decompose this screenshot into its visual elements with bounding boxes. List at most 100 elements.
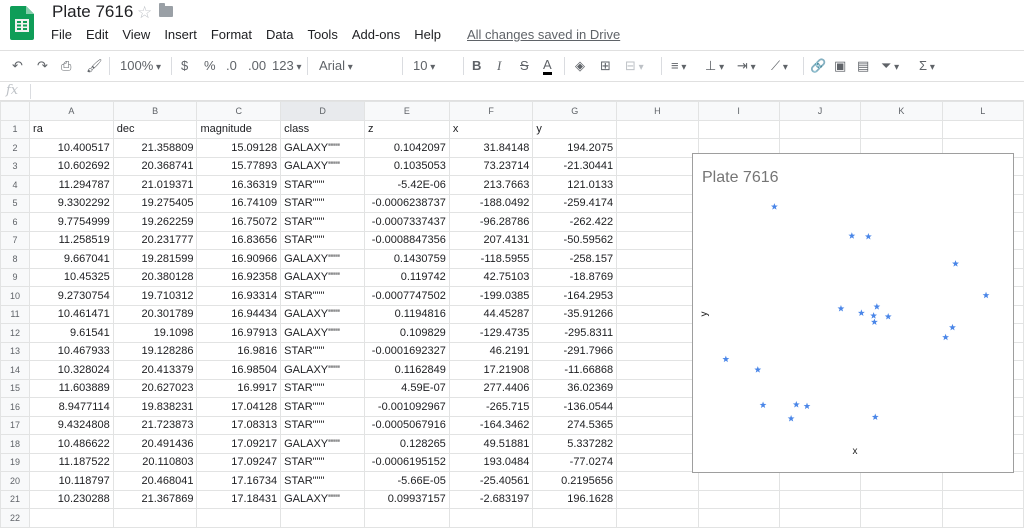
row-header[interactable]: 8 — [0, 249, 31, 269]
column-header-l[interactable]: L — [941, 101, 1024, 121]
cell[interactable]: -11.66868 — [532, 360, 618, 380]
column-header-b[interactable]: B — [112, 101, 198, 121]
cell[interactable]: -77.0274 — [532, 452, 618, 472]
cell[interactable]: GALAXY""" — [280, 489, 366, 509]
cell[interactable]: 15.77893 — [196, 156, 282, 176]
cell[interactable]: 42.75103 — [448, 267, 534, 287]
cell[interactable] — [697, 119, 780, 139]
cell[interactable]: 213.7663 — [448, 175, 534, 195]
cell[interactable]: GALAXY""" — [280, 304, 366, 324]
cell[interactable]: 10.467933 — [29, 341, 114, 361]
cell[interactable] — [29, 508, 114, 528]
cell[interactable]: 20.627023 — [112, 378, 198, 398]
cell[interactable]: 21.019371 — [112, 175, 198, 195]
data-point[interactable] — [871, 413, 879, 421]
cell[interactable]: -0.0001692327 — [364, 341, 450, 361]
cell[interactable] — [616, 267, 699, 287]
cell[interactable]: 20.380128 — [112, 267, 198, 287]
cell[interactable]: -259.4174 — [532, 193, 618, 213]
cell[interactable]: GALAXY""" — [280, 249, 366, 269]
cell[interactable] — [697, 489, 780, 509]
cell[interactable] — [616, 212, 699, 232]
cell[interactable] — [860, 119, 943, 139]
text-rotate-icon[interactable]: ⟋ — [771, 58, 788, 74]
cell[interactable]: 0.128265 — [364, 434, 450, 454]
cell[interactable]: 10.45325 — [29, 267, 114, 287]
cell[interactable] — [616, 286, 699, 306]
cell[interactable]: GALAXY""" — [280, 360, 366, 380]
cell[interactable]: 9.3302292 — [29, 193, 114, 213]
cell[interactable] — [616, 508, 699, 528]
data-point[interactable] — [787, 414, 795, 422]
data-point[interactable] — [982, 291, 990, 299]
cell[interactable] — [616, 304, 699, 324]
cell[interactable]: 16.94434 — [196, 304, 282, 324]
cell[interactable] — [616, 156, 699, 176]
data-point[interactable] — [873, 303, 881, 310]
cell[interactable]: GALAXY""" — [280, 267, 366, 287]
text-wrap-icon[interactable]: ⇥ — [737, 58, 756, 74]
row-header[interactable]: 4 — [0, 175, 31, 195]
cell[interactable]: 16.9816 — [196, 341, 282, 361]
data-point[interactable] — [722, 355, 730, 363]
cell[interactable]: 274.5365 — [532, 415, 618, 435]
cell[interactable]: -199.0385 — [448, 286, 534, 306]
cell[interactable]: 20.368741 — [112, 156, 198, 176]
cell[interactable]: 49.51881 — [448, 434, 534, 454]
cell[interactable]: -0.0005067916 — [364, 415, 450, 435]
cell[interactable]: 16.98504 — [196, 360, 282, 380]
fill-color-icon[interactable]: ◈ — [575, 58, 585, 74]
data-point[interactable] — [870, 312, 878, 319]
cell[interactable]: 0.109829 — [364, 323, 450, 343]
row-header[interactable]: 20 — [0, 471, 31, 491]
cell[interactable] — [616, 341, 699, 361]
data-point[interactable] — [770, 203, 778, 210]
cell[interactable] — [778, 119, 862, 139]
cell[interactable]: -265.715 — [448, 397, 534, 417]
menu-edit[interactable]: Edit — [79, 27, 115, 45]
cell[interactable]: GALAXY""" — [280, 434, 366, 454]
cell[interactable]: GALAXY""" — [280, 323, 366, 343]
cell[interactable]: 31.84148 — [448, 138, 534, 158]
column-header-c[interactable]: C — [196, 101, 282, 121]
row-header[interactable]: 2 — [0, 138, 31, 158]
column-header-k[interactable]: K — [860, 101, 943, 121]
cell[interactable] — [697, 508, 780, 528]
cell[interactable] — [860, 471, 943, 491]
menu-file[interactable]: File — [44, 27, 79, 45]
cell[interactable]: 16.74109 — [196, 193, 282, 213]
cell[interactable]: 16.83656 — [196, 230, 282, 250]
cell[interactable]: -0.0006195152 — [364, 452, 450, 472]
row-header[interactable]: 16 — [0, 397, 31, 417]
functions-button[interactable]: Σ — [919, 58, 935, 73]
row-header[interactable]: 13 — [0, 341, 31, 361]
cell[interactable]: -136.0544 — [532, 397, 618, 417]
cell[interactable]: 17.09217 — [196, 434, 282, 454]
cell[interactable]: -2.683197 — [448, 489, 534, 509]
cell[interactable]: STAR""" — [280, 193, 366, 213]
cell[interactable] — [941, 471, 1024, 491]
cell[interactable]: 17.21908 — [448, 360, 534, 380]
cell[interactable]: -50.59562 — [532, 230, 618, 250]
cell[interactable] — [280, 508, 366, 528]
cell[interactable]: -118.5955 — [448, 249, 534, 269]
cell[interactable]: STAR""" — [280, 175, 366, 195]
cell[interactable]: ra — [29, 119, 114, 139]
cell[interactable] — [616, 360, 699, 380]
cell[interactable]: -5.66E-05 — [364, 471, 450, 491]
cell[interactable]: 0.1194816 — [364, 304, 450, 324]
cell[interactable]: -291.7966 — [532, 341, 618, 361]
row-header[interactable]: 9 — [0, 267, 31, 287]
cell[interactable]: 9.7754999 — [29, 212, 114, 232]
cell[interactable]: -35.91266 — [532, 304, 618, 324]
font-family-select[interactable]: Arial — [319, 58, 395, 73]
cell[interactable]: 20.413379 — [112, 360, 198, 380]
column-header-h[interactable]: H — [616, 101, 699, 121]
column-header-e[interactable]: E — [364, 101, 450, 121]
select-all-corner[interactable] — [0, 101, 31, 121]
column-header-a[interactable]: A — [29, 101, 114, 121]
cell[interactable] — [778, 508, 862, 528]
cell[interactable] — [941, 508, 1024, 528]
undo-icon[interactable]: ↶ — [12, 58, 23, 74]
menu-help[interactable]: Help — [407, 27, 448, 45]
